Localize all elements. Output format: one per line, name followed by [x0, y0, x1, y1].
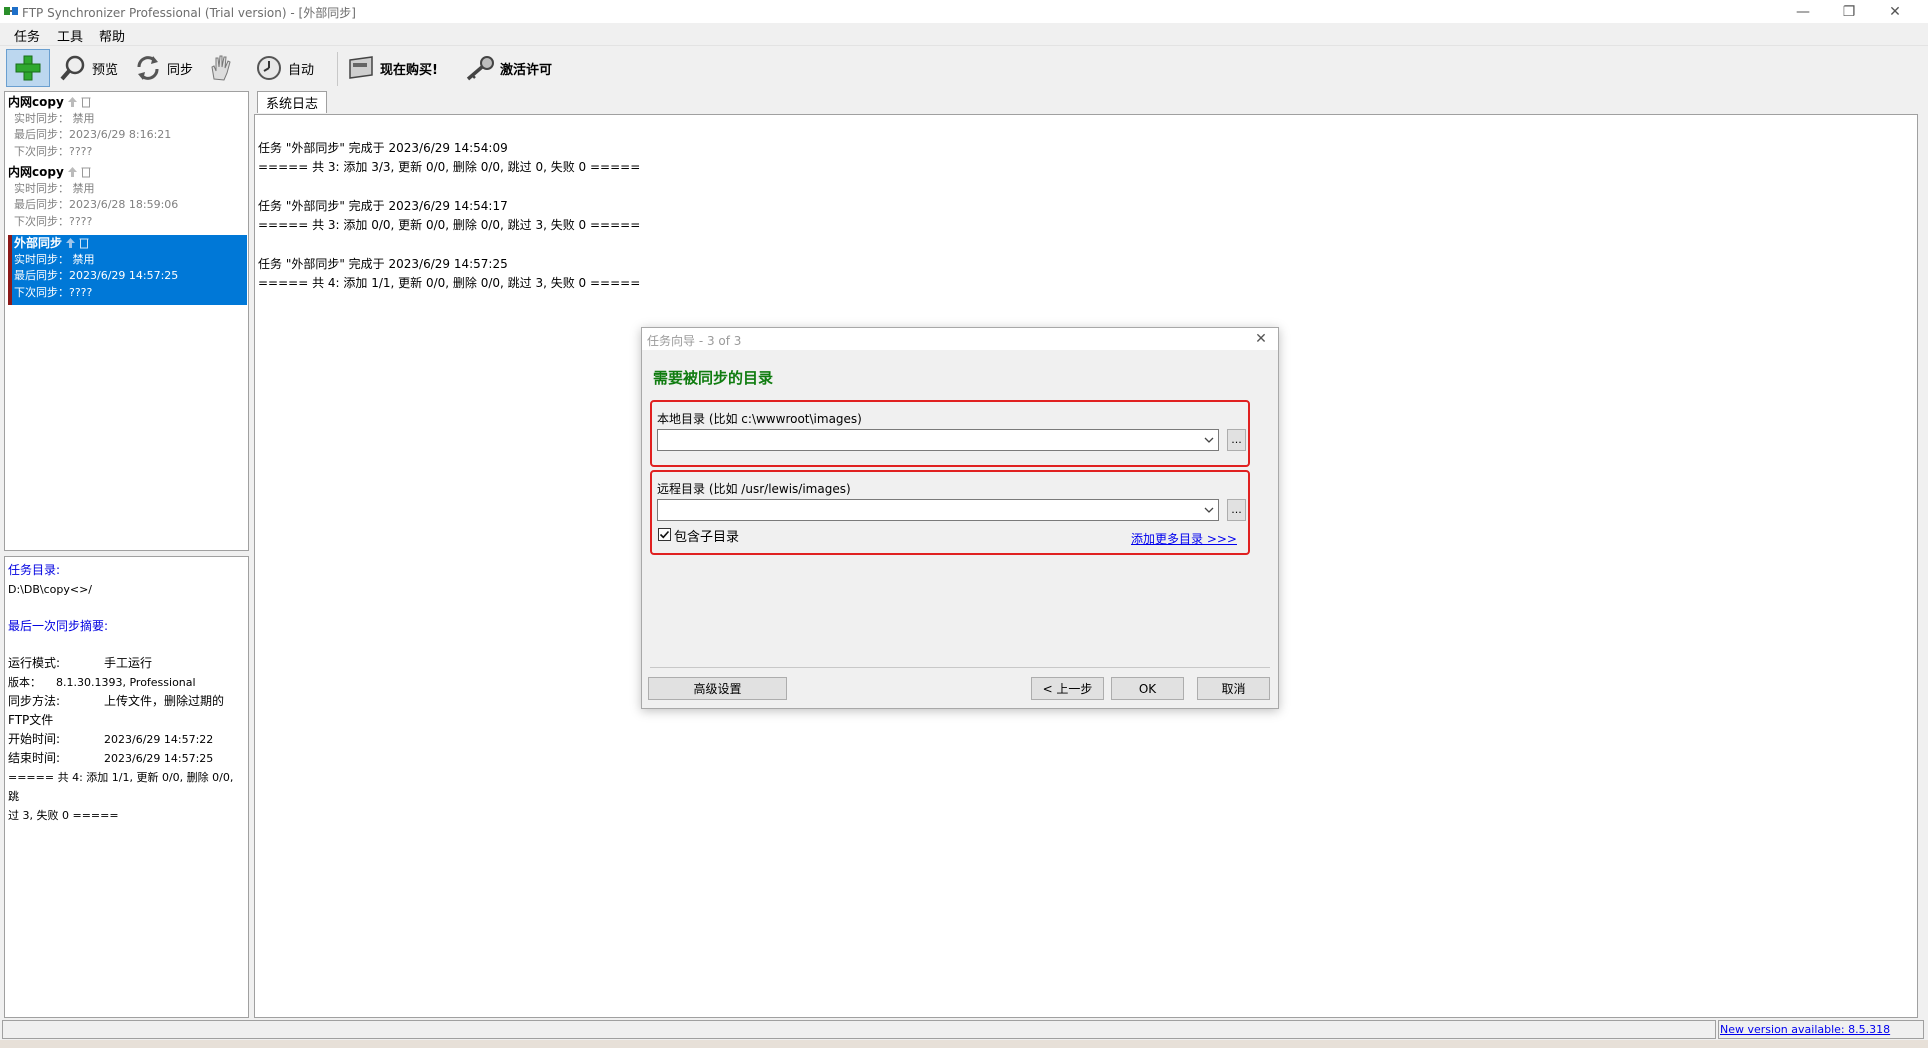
- key-icon: [466, 56, 494, 81]
- info-row-start: 开始时间: 2023/6/29 14:57:22: [8, 732, 214, 746]
- tab-system-log[interactable]: 系统日志: [257, 91, 328, 113]
- chevron-down-icon: [1204, 507, 1214, 513]
- close-window-button[interactable]: ✕: [1872, 0, 1918, 23]
- local-dir-browse-button[interactable]: ...: [1227, 429, 1246, 451]
- preview-label: 预览: [92, 62, 119, 78]
- window-title: FTP Synchronizer Professional (Trial ver…: [22, 6, 356, 20]
- activate-license-label: 激活许可: [500, 62, 553, 78]
- task-name: 内网copy: [8, 165, 64, 179]
- log-line: ===== 共 3: 添加 0/0, 更新 0/0, 删除 0/0, 跳过 3,…: [258, 218, 641, 232]
- menu-tools[interactable]: 工具: [57, 26, 83, 45]
- remote-dir-combo[interactable]: [657, 499, 1219, 521]
- task-info-panel: 任务目录: D:\DB\copy<>/ 最后一次同步摘要: 运行模式: 手工运行…: [4, 556, 249, 1018]
- log-line: ===== 共 4: 添加 1/1, 更新 0/0, 删除 0/0, 跳过 3,…: [258, 276, 641, 290]
- restore-button[interactable]: ❐: [1826, 0, 1872, 23]
- task-next-sync: 下次同步：????: [14, 214, 93, 228]
- title-bar: FTP Synchronizer Professional (Trial ver…: [0, 0, 1928, 23]
- remote-dir-label: 远程目录 (比如 /usr/lewis/images): [657, 482, 851, 496]
- info-row-end: 结束时间: 2023/6/29 14:57:25: [8, 751, 214, 765]
- cart-icon: [349, 56, 373, 79]
- remote-dir-browse-button[interactable]: ...: [1227, 499, 1246, 521]
- sync-arrows-icon: [137, 56, 159, 80]
- task-list: 内网copy 实时同步： 禁用 最后同步：2023/6/29 8:16:21 下…: [4, 91, 249, 551]
- info-row-method: 同步方法: 上传文件，删除过期的: [8, 694, 225, 708]
- local-dir-combo[interactable]: [657, 429, 1219, 451]
- clock-icon: [257, 56, 281, 80]
- task-realtime: 实时同步： 禁用: [14, 252, 95, 266]
- toolbar-separator: [337, 52, 338, 86]
- trash-icon: [79, 237, 90, 249]
- local-dir-label: 本地目录 (比如 c:\wwwroot\images): [657, 412, 862, 426]
- minimize-button[interactable]: —: [1780, 0, 1826, 23]
- previous-step-button[interactable]: < 上一步: [1031, 677, 1104, 700]
- sync-label: 同步: [167, 62, 194, 78]
- checkmark-icon: [659, 530, 670, 539]
- add-more-dirs-link[interactable]: 添加更多目录 >>>: [1131, 530, 1237, 547]
- chevron-down-icon: [1204, 437, 1214, 443]
- new-task-button[interactable]: [6, 49, 50, 87]
- auto-label: 自动: [288, 62, 315, 78]
- log-line: ===== 共 3: 添加 3/3, 更新 0/0, 删除 0/0, 跳过 0,…: [258, 160, 641, 174]
- task-item[interactable]: 内网copy 实时同步： 禁用 最后同步：2023/6/28 18:59:06 …: [8, 164, 247, 234]
- summary-label: 最后一次同步摘要:: [8, 619, 109, 633]
- task-item-selected[interactable]: 外部同步 实时同步： 禁用 最后同步：2023/6/29 14:57:25 下次…: [8, 235, 247, 305]
- info-result-line1: ===== 共 4: 添加 1/1, 更新 0/0, 删除 0/0, 跳: [8, 771, 234, 803]
- info-method-cont: FTP文件: [8, 713, 54, 727]
- plus-icon: [15, 55, 41, 81]
- trash-icon: [81, 166, 92, 178]
- task-last-sync: 最后同步：2023/6/29 8:16:21: [14, 128, 172, 141]
- menu-task[interactable]: 任务: [14, 26, 40, 45]
- dialog-title: 任务向导 - 3 of 3: [647, 334, 742, 348]
- menu-help[interactable]: 帮助: [99, 26, 125, 45]
- include-subdirs-label[interactable]: 包含子目录: [674, 526, 739, 545]
- advanced-settings-button[interactable]: 高级设置: [648, 677, 787, 700]
- task-name: 内网copy: [8, 95, 64, 109]
- include-subdirs-checkbox[interactable]: [658, 528, 671, 541]
- upload-icon: [67, 166, 78, 178]
- stop-hand-icon: [211, 55, 231, 81]
- buy-now-label: 现在购买!: [380, 62, 438, 78]
- task-realtime: 实时同步： 禁用: [14, 111, 95, 125]
- menu-bar: 任务 工具 帮助: [0, 23, 1928, 46]
- task-realtime: 实时同步： 禁用: [14, 181, 95, 195]
- app-logo-icon: [4, 7, 18, 15]
- activate-license-button[interactable]: 激活许可: [464, 50, 552, 86]
- status-panel: [2, 1020, 1716, 1039]
- cancel-button[interactable]: 取消: [1197, 677, 1270, 700]
- dialog-title-bar: 任务向导 - 3 of 3 ✕: [642, 328, 1278, 350]
- task-last-sync: 最后同步：2023/6/28 18:59:06: [14, 198, 179, 211]
- sync-button[interactable]: 同步: [133, 50, 193, 86]
- ok-button[interactable]: OK: [1111, 677, 1184, 700]
- info-row-version: 版本： 8.1.30.1393, Professional: [8, 676, 196, 689]
- task-item[interactable]: 内网copy 实时同步： 禁用 最后同步：2023/6/29 8:16:21 下…: [8, 94, 247, 164]
- task-next-sync: 下次同步：????: [14, 144, 93, 158]
- preview-button[interactable]: 预览: [58, 50, 118, 86]
- upload-icon: [67, 96, 78, 108]
- new-version-link[interactable]: New version available: 8.5.318: [1720, 1023, 1890, 1036]
- magnifier-icon: [60, 55, 85, 81]
- log-line: 任务 "外部同步" 完成于 2023/6/29 14:54:17: [258, 199, 508, 213]
- log-line: 任务 "外部同步" 完成于 2023/6/29 14:57:25: [258, 257, 508, 271]
- taskbar-edge: [0, 1040, 1928, 1048]
- log-line: 任务 "外部同步" 完成于 2023/6/29 14:54:09: [258, 141, 508, 155]
- trash-icon: [81, 96, 92, 108]
- task-name: 外部同步: [14, 236, 63, 250]
- toolbar: 预览 同步 自动 现在购买! 激活许可: [0, 46, 1928, 90]
- auto-button[interactable]: 自动: [254, 50, 314, 86]
- upload-icon: [65, 237, 76, 249]
- task-last-sync: 最后同步：2023/6/29 14:57:25: [14, 269, 179, 282]
- task-next-sync: 下次同步：????: [14, 285, 93, 299]
- dialog-heading: 需要被同步的目录: [653, 369, 774, 387]
- task-wizard-dialog: 任务向导 - 3 of 3 ✕ 需要被同步的目录 本地目录 (比如 c:\www…: [641, 327, 1279, 709]
- task-dir-value: D:\DB\copy<>/: [8, 583, 93, 596]
- dialog-separator: [650, 667, 1270, 668]
- dialog-close-button[interactable]: ✕: [1247, 328, 1275, 350]
- info-row-mode: 运行模式: 手工运行: [8, 656, 153, 670]
- buy-now-button[interactable]: 现在购买!: [346, 50, 438, 86]
- info-result-line2: 过 3, 失败 0 =====: [8, 809, 119, 822]
- task-dir-label: 任务目录:: [8, 563, 61, 577]
- stop-button[interactable]: [206, 50, 236, 86]
